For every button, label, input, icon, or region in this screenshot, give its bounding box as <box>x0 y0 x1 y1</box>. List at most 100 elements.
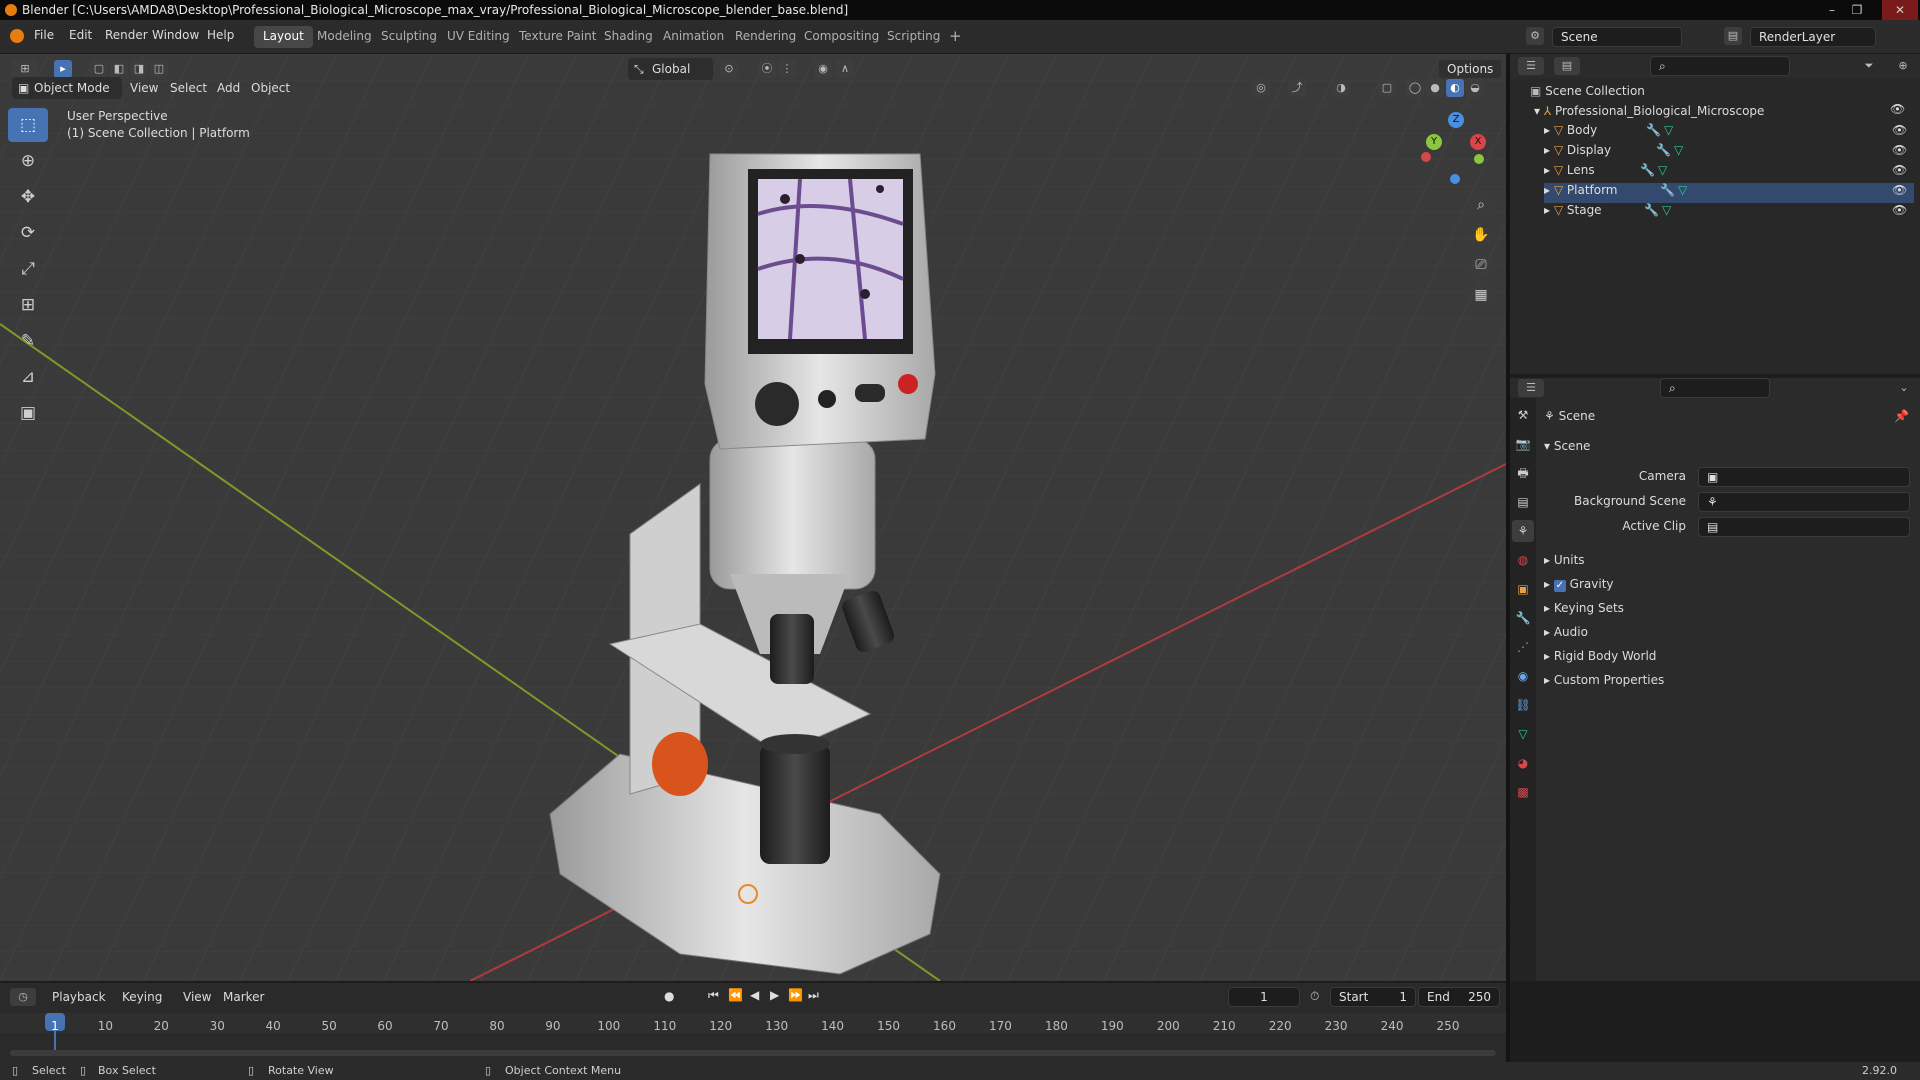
modifier-tab-icon[interactable]: 🔧 <box>1512 607 1534 629</box>
end-frame-field[interactable]: End 250 <box>1418 987 1500 1007</box>
visibility-eye-icon[interactable]: 👁 <box>1892 183 1907 197</box>
visibility-eye-icon[interactable]: 👁 <box>1892 203 1907 217</box>
solid-shading-icon[interactable]: ● <box>1426 79 1444 97</box>
visibility-eye-icon[interactable]: 👁 <box>1892 123 1907 137</box>
timeline-menu-keying[interactable]: Keying <box>122 990 162 1004</box>
z-axis-icon[interactable]: Z <box>1448 112 1464 128</box>
tab-compositing[interactable]: Compositing <box>795 26 888 48</box>
properties-search-input[interactable]: ⌕ <box>1660 378 1770 398</box>
tab-texture-paint[interactable]: Texture Paint <box>510 26 605 48</box>
mesh-data-icon[interactable]: ▽ <box>1674 143 1683 157</box>
tool-tab-icon[interactable]: ⚒ <box>1512 404 1534 426</box>
menu-file[interactable]: File <box>34 28 54 42</box>
y-axis-icon[interactable]: Y <box>1426 134 1442 150</box>
particles-tab-icon[interactable]: ⋰ <box>1512 636 1534 658</box>
pan-hand-icon[interactable]: ✋ <box>1468 222 1494 248</box>
tab-modeling[interactable]: Modeling <box>308 26 381 48</box>
properties-editor-icon[interactable]: ☰ <box>1518 379 1544 397</box>
tab-animation[interactable]: Animation <box>654 26 733 48</box>
modifier-icon[interactable]: 🔧 <box>1640 163 1655 177</box>
camera-view-icon[interactable]: ⎚ <box>1468 252 1494 278</box>
physics-tab-icon[interactable]: ◉ <box>1512 665 1534 687</box>
snap-icon[interactable]: ⦿ <box>758 60 776 78</box>
texture-tab-icon[interactable]: ▩ <box>1512 781 1534 803</box>
menu-window[interactable]: Window <box>152 28 199 42</box>
transform-orientation[interactable]: ⤡ Global <box>628 58 713 80</box>
modifier-icon[interactable]: 🔧 <box>1660 183 1675 197</box>
scene-collection-row[interactable]: ▣ Scene Collection <box>1530 84 1645 104</box>
close-button[interactable]: ✕ <box>1882 0 1918 20</box>
maximize-button[interactable]: ❐ <box>1846 0 1868 20</box>
select-mode-icon[interactable]: ▸ <box>54 60 72 78</box>
falloff-icon[interactable]: ∧ <box>836 60 854 78</box>
pin-icon[interactable]: 📌 <box>1894 409 1909 423</box>
camera-field[interactable]: ▣ <box>1698 467 1910 487</box>
cursor-tool[interactable]: ⊕ <box>8 144 48 178</box>
mode-new-icon[interactable]: ▢ <box>90 60 108 78</box>
play-icon[interactable]: ▶ <box>770 988 779 1002</box>
scene-selector[interactable]: Scene <box>1552 27 1682 47</box>
measure-tool[interactable]: ⊿ <box>8 360 48 394</box>
scene-tab-icon[interactable]: ⚘ <box>1512 520 1534 542</box>
tab-scripting[interactable]: Scripting <box>878 26 949 48</box>
units-panel[interactable]: ▸ Units <box>1544 553 1585 575</box>
ortho-grid-icon[interactable]: ▦ <box>1468 282 1494 308</box>
object-tab-icon[interactable]: ▣ <box>1512 578 1534 600</box>
options-dropdown[interactable]: Options <box>1438 59 1502 79</box>
outliner-item-lens[interactable]: ▸ ▽ Lens 🔧 ▽ 👁 <box>1544 163 1914 183</box>
jump-end-icon[interactable]: ⏭ <box>808 988 819 1003</box>
snap-target-icon[interactable]: ⋮ <box>778 60 796 78</box>
annotate-tool[interactable]: ✎ <box>8 324 48 358</box>
new-collection-icon[interactable]: ⊕ <box>1894 57 1912 75</box>
minimize-button[interactable]: – <box>1821 0 1843 20</box>
collection-visibility-eye-icon[interactable]: 👁 <box>1890 102 1905 116</box>
timeline-menu-marker[interactable]: Marker <box>223 990 264 1004</box>
scene-panel-header[interactable]: ▾ Scene <box>1544 439 1590 461</box>
mode-extend-icon[interactable]: ◧ <box>110 60 128 78</box>
timeline-scrollbar[interactable] <box>10 1050 1496 1056</box>
modifier-icon[interactable]: 🔧 <box>1646 123 1661 137</box>
wireframe-shading-icon[interactable]: ◯ <box>1406 79 1424 97</box>
output-tab-icon[interactable]: 🖶 <box>1512 462 1534 484</box>
menu-render[interactable]: Render <box>105 28 148 42</box>
start-frame-field[interactable]: Start 1 <box>1330 987 1416 1007</box>
prev-keyframe-icon[interactable]: ⏪ <box>728 988 743 1002</box>
viewport-menu-object[interactable]: Object <box>251 81 290 95</box>
visibility-eye-icon[interactable]: 👁 <box>1892 163 1907 177</box>
pivot-icon[interactable]: ⊙ <box>720 60 738 78</box>
mesh-data-icon[interactable]: ▽ <box>1658 163 1667 177</box>
proportional-edit-icon[interactable]: ◉ <box>814 60 832 78</box>
move-tool[interactable]: ✥ <box>8 180 48 214</box>
timeline-menu-playback[interactable]: Playback <box>52 990 106 1004</box>
stopwatch-icon[interactable]: ⏱ <box>1310 989 1319 1004</box>
keying-sets-panel[interactable]: ▸ Keying Sets <box>1544 601 1624 623</box>
zoom-icon[interactable]: ⌕ <box>1468 192 1494 218</box>
current-frame-field[interactable]: 1 <box>1228 987 1300 1007</box>
material-shading-icon[interactable]: ◐ <box>1446 79 1464 97</box>
world-tab-icon[interactable]: ◍ <box>1512 549 1534 571</box>
add-cube-tool[interactable]: ▣ <box>8 396 48 430</box>
material-tab-icon[interactable]: ◕ <box>1512 752 1534 774</box>
editor-type-icon[interactable]: ⊞ <box>12 60 38 78</box>
properties-options-icon[interactable]: ⌄ <box>1895 379 1913 397</box>
jump-start-icon[interactable]: ⏮ <box>708 988 719 1003</box>
menu-help[interactable]: Help <box>207 28 234 42</box>
navigation-gizmo[interactable]: Z X Y <box>1420 110 1490 190</box>
mesh-data-tab-icon[interactable]: ▽ <box>1512 723 1534 745</box>
play-reverse-icon[interactable]: ◀ <box>750 988 759 1002</box>
add-workspace-button[interactable]: + <box>940 24 971 46</box>
neg-y-axis-icon[interactable] <box>1474 154 1484 164</box>
outliner-editor-icon[interactable]: ☰ <box>1518 57 1544 75</box>
gravity-panel[interactable]: ▸ ✓ Gravity <box>1544 577 1614 599</box>
scene-browse-icon[interactable]: ⚙ <box>1526 27 1544 45</box>
mesh-data-icon[interactable]: ▽ <box>1662 203 1671 217</box>
collection-row[interactable]: ▾ ⅄ Professional_Biological_Microscope <box>1534 104 1764 124</box>
overlay-icon[interactable]: ◑ <box>1332 79 1350 97</box>
mesh-data-icon[interactable]: ▽ <box>1678 183 1687 197</box>
x-axis-icon[interactable]: X <box>1470 134 1486 150</box>
mesh-data-icon[interactable]: ▽ <box>1664 123 1673 137</box>
menu-edit[interactable]: Edit <box>69 28 92 42</box>
neg-x-axis-icon[interactable] <box>1421 152 1431 162</box>
gizmo-icon[interactable]: ⤴ <box>1288 79 1306 97</box>
outliner-item-stage[interactable]: ▸ ▽ Stage 🔧 ▽ 👁 <box>1544 203 1914 223</box>
